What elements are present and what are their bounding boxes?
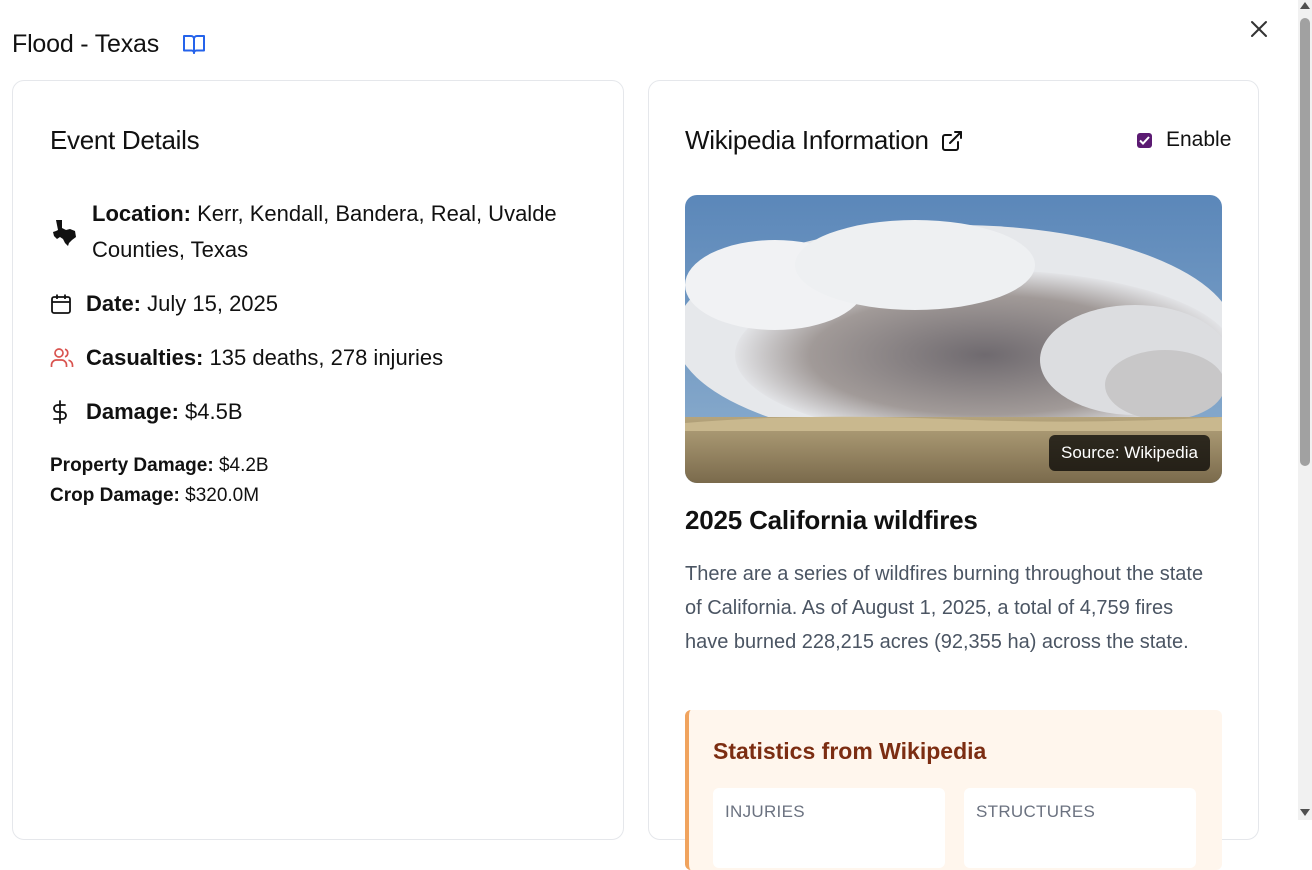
- damage-breakdown: Property Damage: $4.2B Crop Damage: $320…: [50, 451, 269, 511]
- event-details-heading: Event Details: [50, 125, 200, 155]
- casualties-value: 135 deaths, 278 injuries: [209, 345, 444, 370]
- wikipedia-image: Source: Wikipedia: [685, 195, 1222, 483]
- external-link-icon[interactable]: [941, 129, 965, 153]
- stat-card-structures: STRUCTURES: [964, 788, 1196, 868]
- enable-checkbox[interactable]: [1137, 132, 1152, 148]
- wikipedia-header: Wikipedia Information: [685, 125, 965, 156]
- stat-label: INJURIES: [725, 802, 805, 821]
- wikipedia-stats-box: Statistics from Wikipedia INJURIES STRUC…: [685, 710, 1222, 870]
- date-label: Date:: [86, 291, 142, 316]
- close-icon[interactable]: [1246, 16, 1272, 42]
- modal-header: Flood - Texas: [12, 26, 207, 62]
- article-title: 2025 California wildfires: [685, 505, 978, 535]
- crop-damage-value: $320.0M: [185, 485, 260, 506]
- damage-label: Damage:: [86, 399, 179, 424]
- stat-label: STRUCTURES: [976, 802, 1096, 821]
- stat-card-injuries: INJURIES: [713, 788, 945, 868]
- location-row: Location: Kerr, Kendall, Bandera, Real, …: [50, 196, 590, 268]
- book-open-icon[interactable]: [181, 31, 207, 57]
- users-icon: [50, 340, 76, 376]
- page-scrollbar[interactable]: [1298, 0, 1312, 820]
- event-details-card: Event Details Location: Kerr, Kendall, B…: [12, 80, 624, 840]
- image-source-badge: Source: Wikipedia: [1048, 435, 1210, 471]
- property-damage-line: Property Damage: $4.2B: [50, 455, 269, 476]
- stats-title: Statistics from Wikipedia: [713, 738, 987, 764]
- property-damage-value: $4.2B: [218, 455, 269, 476]
- enable-label: Enable: [1166, 128, 1232, 151]
- wikipedia-heading: Wikipedia Information: [685, 125, 929, 155]
- enable-toggle[interactable]: Enable: [1137, 128, 1231, 152]
- damage-value: $4.5B: [185, 399, 243, 424]
- casualties-label: Casualties:: [86, 345, 204, 370]
- crop-damage-line: Crop Damage: $320.0M: [50, 485, 260, 506]
- scrollbar-thumb[interactable]: [1300, 18, 1310, 466]
- damage-row: Damage: $4.5B: [50, 394, 243, 430]
- dollar-icon: [50, 394, 76, 430]
- modal-title: Flood - Texas: [12, 29, 160, 58]
- casualties-row: Casualties: 135 deaths, 278 injuries: [50, 340, 443, 376]
- date-value: July 15, 2025: [147, 291, 279, 316]
- date-row: Date: July 15, 2025: [50, 286, 278, 322]
- scroll-down-arrow-icon[interactable]: [1300, 809, 1310, 816]
- calendar-icon: [50, 286, 76, 322]
- scroll-up-arrow-icon[interactable]: [1300, 2, 1310, 9]
- article-summary: There are a series of wildfires burning …: [685, 563, 1204, 653]
- location-label: Location:: [92, 201, 191, 226]
- wikipedia-card: Wikipedia Information Enable Source: Wik…: [648, 80, 1259, 870]
- texas-state-icon: [50, 196, 84, 268]
